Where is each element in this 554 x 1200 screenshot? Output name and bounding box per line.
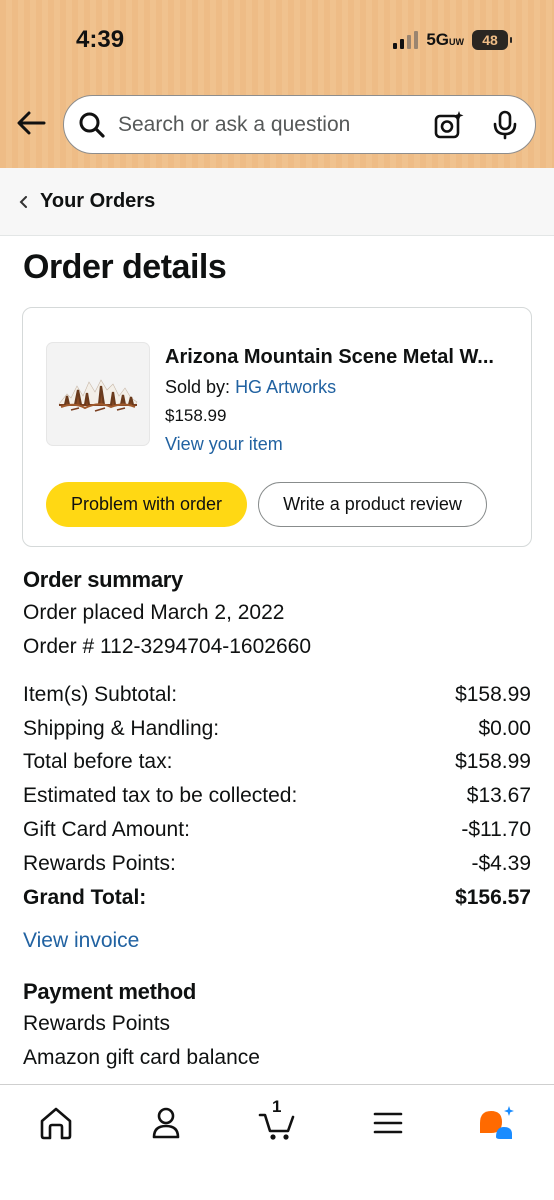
search-input[interactable]: Search or ask a question xyxy=(118,113,433,137)
app-header: 4:39 5GUW 48 Search or ask a question xyxy=(0,0,554,168)
summary-row-rewards: Rewards Points: -$4.39 xyxy=(23,847,531,881)
network-sub: UW xyxy=(449,37,464,47)
metal-art-image xyxy=(58,379,138,412)
camera-icon[interactable] xyxy=(433,109,465,141)
item-info: Arizona Mountain Scene Metal W... Sold b… xyxy=(165,346,515,455)
status-time: 4:39 xyxy=(76,26,125,53)
order-summary-title: Order summary xyxy=(23,567,183,592)
summary-label: Total before tax: xyxy=(23,750,173,774)
problem-with-order-button[interactable]: Problem with order xyxy=(46,482,247,527)
summary-row-before-tax: Total before tax: $158.99 xyxy=(23,746,531,780)
menu-icon[interactable] xyxy=(368,1103,408,1143)
summary-value: $0.00 xyxy=(478,716,531,740)
payment-method-item: Rewards Points xyxy=(23,1012,171,1035)
payment-method-title: Payment method xyxy=(23,979,197,1004)
order-placed-date: Order placed March 2, 2022 xyxy=(23,601,285,624)
seller-link[interactable]: HG Artworks xyxy=(235,377,336,397)
network-label: 5GUW xyxy=(426,30,464,50)
summary-row-grand-total: Grand Total: $156.57 xyxy=(23,881,531,915)
view-invoice-link[interactable]: View invoice xyxy=(23,929,139,953)
summary-value: $158.99 xyxy=(455,682,531,706)
product-image[interactable] xyxy=(47,343,149,445)
sold-by: Sold by: HG Artworks xyxy=(165,377,515,398)
account-icon[interactable] xyxy=(146,1103,186,1143)
summary-value: -$11.70 xyxy=(461,818,531,842)
status-indicators: 5GUW 48 xyxy=(393,30,512,50)
rufus-icon[interactable] xyxy=(476,1103,516,1143)
summary-value: $13.67 xyxy=(466,784,531,808)
summary-row-gift-card: Gift Card Amount: -$11.70 xyxy=(23,813,531,847)
order-item-card: Arizona Mountain Scene Metal W... Sold b… xyxy=(22,307,532,547)
network-type: 5G xyxy=(426,30,449,49)
home-icon[interactable] xyxy=(36,1103,76,1143)
summary-row-subtotal: Item(s) Subtotal: $158.99 xyxy=(23,678,531,712)
summary-label: Estimated tax to be collected: xyxy=(23,784,298,808)
summary-label: Gift Card Amount: xyxy=(23,818,190,842)
search-icon xyxy=(79,112,105,138)
back-arrow-icon[interactable] xyxy=(14,106,48,140)
item-price: $158.99 xyxy=(165,406,227,425)
payment-method-item: Amazon gift card balance xyxy=(23,1046,260,1069)
breadcrumb-your-orders[interactable]: Your Orders xyxy=(40,190,155,213)
summary-label: Rewards Points: xyxy=(23,851,176,875)
mic-icon[interactable] xyxy=(491,110,519,140)
breadcrumb[interactable]: Your Orders xyxy=(0,168,554,236)
summary-row-tax: Estimated tax to be collected: $13.67 xyxy=(23,779,531,813)
battery-icon: 48 xyxy=(472,30,512,50)
page-title: Order details xyxy=(23,248,227,286)
item-title[interactable]: Arizona Mountain Scene Metal W... xyxy=(165,346,515,369)
summary-value: $156.57 xyxy=(455,885,531,909)
chevron-left-icon xyxy=(19,195,27,208)
signal-icon xyxy=(393,31,419,49)
order-number: Order # 112-3294704-1602660 xyxy=(23,635,312,658)
summary-value: $158.99 xyxy=(455,750,531,774)
cart-count-badge: 1 xyxy=(272,1097,282,1116)
summary-table: Item(s) Subtotal: $158.99 Shipping & Han… xyxy=(23,678,531,915)
summary-value: -$4.39 xyxy=(471,851,531,875)
summary-label: Shipping & Handling: xyxy=(23,716,220,740)
sold-by-label: Sold by: xyxy=(165,377,231,397)
view-item-link[interactable]: View your item xyxy=(165,434,515,455)
search-bar[interactable]: Search or ask a question xyxy=(63,95,536,154)
summary-label: Grand Total: xyxy=(23,885,147,909)
write-review-button[interactable]: Write a product review xyxy=(258,482,487,527)
summary-label: Item(s) Subtotal: xyxy=(23,682,178,706)
summary-row-shipping: Shipping & Handling: $0.00 xyxy=(23,712,531,746)
